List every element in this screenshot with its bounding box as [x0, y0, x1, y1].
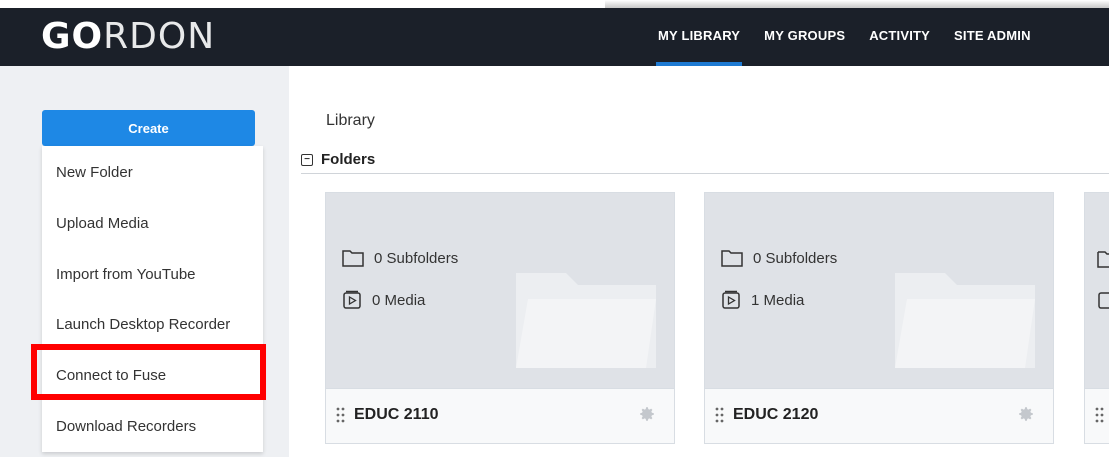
menu-item-upload-media[interactable]: Upload Media — [42, 199, 263, 249]
breadcrumb[interactable]: Library — [326, 112, 375, 130]
folder-icon — [721, 250, 743, 267]
card-footer: EDUC 2120 — [705, 388, 1053, 443]
collapse-toggle-icon[interactable]: − — [301, 154, 313, 166]
folders-section-header: − Folders — [301, 151, 1109, 174]
top-strip-shadow — [605, 0, 1109, 8]
top-strip — [0, 0, 1109, 8]
card-footer — [1085, 388, 1109, 443]
nav-my-library[interactable]: MY LIBRARY — [646, 22, 752, 66]
menu-item-connect-to-fuse[interactable]: Connect to Fuse — [42, 351, 263, 401]
main-nav: MY LIBRARY MY GROUPS ACTIVITY SITE ADMIN — [646, 22, 1043, 66]
nav-site-admin[interactable]: SITE ADMIN — [942, 22, 1043, 58]
create-button[interactable]: Create — [42, 110, 255, 146]
card-footer: EDUC 2110 — [326, 388, 674, 443]
nav-activity[interactable]: ACTIVITY — [857, 22, 942, 58]
section-title: Folders — [321, 151, 376, 168]
folder-title[interactable]: EDUC 2110 — [354, 406, 439, 424]
folder-thumbnail: 0 Subfolders 1 Media — [705, 193, 1053, 389]
menu-item-new-folder[interactable]: New Folder — [42, 148, 263, 198]
folder-thumbnail: 0 Subfolders 0 Media — [326, 193, 674, 389]
drag-handle-icon[interactable] — [336, 406, 346, 424]
subfolders-stat: 0 Subfolders — [342, 249, 458, 267]
folder-icon — [1097, 251, 1109, 268]
drag-handle-icon[interactable] — [1095, 406, 1105, 424]
media-count: 1 Media — [751, 291, 805, 309]
logo-thin: RDON — [103, 16, 216, 57]
folder-watermark-icon — [516, 273, 656, 368]
create-menu: New Folder Upload Media Import from YouT… — [42, 146, 263, 452]
subfolders-count: 0 Subfolders — [753, 249, 838, 267]
header-bar: GORDON MY LIBRARY MY GROUPS ACTIVITY SIT… — [0, 8, 1109, 66]
folder-card[interactable]: 0 Subfolders 1 Media EDUC 2120 — [704, 192, 1054, 444]
media-icon — [343, 290, 361, 309]
folder-card[interactable]: 0 Subfolders 0 Media EDUC 2110 — [325, 192, 675, 444]
drag-handle-icon[interactable] — [715, 406, 725, 424]
menu-item-launch-desktop-recorder[interactable]: Launch Desktop Recorder — [42, 300, 263, 350]
folder-thumbnail — [1085, 193, 1109, 389]
media-icon — [722, 290, 740, 309]
gear-icon[interactable] — [638, 405, 656, 423]
folder-icon — [342, 250, 364, 267]
logo[interactable]: GORDON — [41, 18, 215, 56]
menu-item-import-youtube[interactable]: Import from YouTube — [42, 250, 263, 300]
nav-my-groups[interactable]: MY GROUPS — [752, 22, 857, 58]
logo-bold: GO — [41, 16, 104, 57]
media-icon — [1098, 292, 1109, 309]
media-stat: 1 Media — [721, 290, 804, 310]
media-stat: 0 Media — [342, 290, 425, 310]
subfolders-count: 0 Subfolders — [374, 249, 459, 267]
folder-watermark-icon — [895, 273, 1035, 368]
menu-item-download-recorders[interactable]: Download Recorders — [42, 402, 263, 452]
gear-icon[interactable] — [1017, 405, 1035, 423]
folder-title[interactable]: EDUC 2120 — [733, 406, 818, 424]
media-count: 0 Media — [372, 291, 426, 309]
folder-card-partial[interactable] — [1084, 192, 1109, 444]
subfolders-stat: 0 Subfolders — [721, 249, 837, 267]
